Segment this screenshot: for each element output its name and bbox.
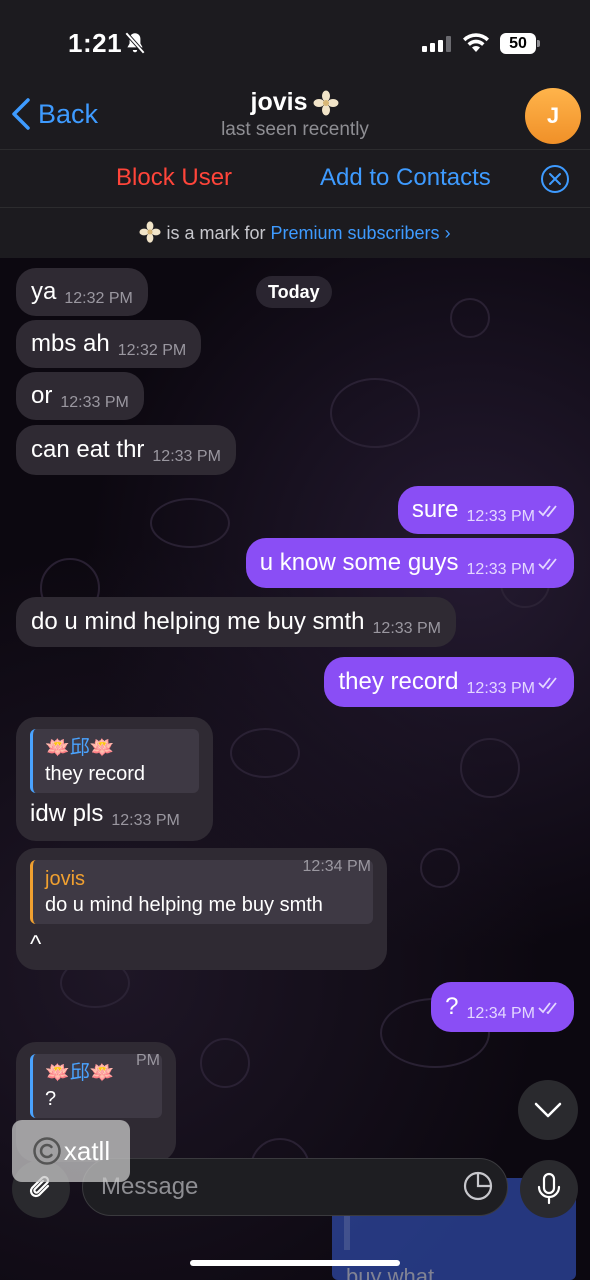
contact-name-row: jovis bbox=[251, 88, 340, 117]
read-check-icon bbox=[538, 1002, 557, 1014]
microphone-icon bbox=[537, 1172, 561, 1205]
doodle-shape bbox=[450, 298, 490, 338]
read-check-icon bbox=[538, 558, 557, 570]
message-time: 12:33 PM bbox=[60, 394, 129, 411]
doodle-shape bbox=[230, 728, 300, 778]
incoming-message[interactable]: or 12:33 PM bbox=[16, 372, 144, 420]
read-check-icon bbox=[538, 677, 557, 689]
reply-author: 🪷邱🪷 bbox=[45, 1062, 115, 1084]
message-time: 12:33 PM bbox=[466, 508, 535, 525]
copyright-icon bbox=[33, 1137, 61, 1165]
reply-author: 🪷邱🪷 bbox=[45, 737, 115, 759]
premium-flower-icon bbox=[139, 221, 162, 243]
premium-prefix: is a mark for bbox=[166, 223, 266, 243]
chevron-left-icon bbox=[12, 98, 30, 130]
outgoing-message[interactable]: ? 12:34 PM bbox=[431, 982, 574, 1032]
message-text: they record bbox=[338, 668, 459, 695]
chevron-right-icon: › bbox=[444, 223, 451, 243]
doodle-shape bbox=[330, 378, 420, 448]
message-time: PM bbox=[136, 1052, 160, 1069]
battery-icon: 50 bbox=[500, 33, 540, 54]
incoming-message[interactable]: can eat thr 12:33 PM bbox=[16, 425, 236, 475]
contact-name: jovis bbox=[250, 88, 308, 116]
add-to-contacts-button[interactable]: Add to Contacts bbox=[320, 164, 491, 192]
back-label: Back bbox=[38, 98, 99, 129]
message-text: can eat thr bbox=[31, 436, 145, 463]
message-text: sure bbox=[411, 496, 459, 523]
message-time: 12:34 PM bbox=[466, 1005, 535, 1022]
block-user-button[interactable]: Block User bbox=[116, 164, 232, 192]
wifi-icon bbox=[463, 33, 489, 52]
watermark: xatll bbox=[12, 1120, 130, 1182]
incoming-reply-message[interactable]: 🪷邱🪷 they record idw pls 12:33 PM bbox=[16, 717, 213, 841]
message-text: ? bbox=[445, 993, 459, 1020]
outgoing-message[interactable]: sure 12:33 PM bbox=[397, 486, 574, 534]
bell-off-icon bbox=[124, 31, 146, 55]
premium-flower-icon bbox=[313, 90, 339, 115]
outgoing-message[interactable]: u know some guys 12:33 PM bbox=[245, 538, 574, 588]
chevron-down-icon bbox=[534, 1102, 562, 1118]
scroll-to-bottom-button[interactable] bbox=[518, 1080, 578, 1140]
premium-notice[interactable]: is a mark for Premium subscribers › bbox=[0, 207, 590, 258]
status-bar: 1:21 50 bbox=[0, 0, 590, 90]
incoming-message[interactable]: mbs ah 12:32 PM bbox=[16, 320, 202, 368]
reply-text: they record bbox=[45, 763, 146, 785]
battery-level: 50 bbox=[500, 33, 536, 54]
message-time: 12:32 PM bbox=[64, 290, 133, 307]
message-text: ^ bbox=[30, 931, 42, 958]
back-button[interactable]: Back bbox=[10, 96, 98, 132]
cell-signal-icon bbox=[422, 36, 451, 52]
peek-text: buy what bbox=[346, 1264, 435, 1280]
doodle-shape bbox=[460, 738, 520, 798]
incoming-reply-message[interactable]: jovis do u mind helping me buy smth ^ 12… bbox=[16, 848, 387, 970]
message-time: 12:33 PM bbox=[152, 448, 221, 465]
reply-text: ? bbox=[45, 1088, 57, 1110]
message-time: 12:34 PM bbox=[302, 858, 371, 875]
message-text: or bbox=[31, 382, 53, 409]
incoming-message[interactable]: do u mind helping me buy smth 12:33 PM bbox=[16, 597, 456, 647]
message-time: 12:33 PM bbox=[466, 561, 535, 578]
home-indicator bbox=[190, 1260, 400, 1266]
message-text: ya bbox=[31, 278, 57, 305]
outgoing-message[interactable]: they record 12:33 PM bbox=[324, 657, 574, 707]
doodle-shape bbox=[150, 498, 230, 548]
doodle-shape bbox=[420, 848, 460, 888]
voice-record-button[interactable] bbox=[520, 1160, 578, 1218]
close-icon[interactable] bbox=[540, 164, 570, 194]
message-text: mbs ah bbox=[31, 330, 110, 357]
message-time: 12:33 PM bbox=[111, 812, 180, 829]
chat-header: 1:21 50 Back jovis last seen recently J … bbox=[0, 0, 590, 258]
message-text: do u mind helping me buy smth bbox=[31, 608, 365, 635]
contact-action-bar: Block User Add to Contacts bbox=[0, 149, 590, 207]
sticker-icon[interactable] bbox=[462, 1170, 494, 1202]
premium-link[interactable]: Premium subscribers bbox=[271, 223, 440, 243]
doodle-shape bbox=[200, 1038, 250, 1088]
message-time: 12:32 PM bbox=[117, 342, 187, 359]
incoming-message[interactable]: ya 12:32 PM bbox=[16, 268, 148, 316]
message-input[interactable]: Message bbox=[82, 1158, 508, 1216]
read-check-icon bbox=[538, 505, 557, 517]
watermark-text: xatll bbox=[63, 1135, 111, 1166]
message-time: 12:33 PM bbox=[466, 680, 535, 697]
status-time: 1:21 bbox=[68, 28, 123, 58]
message-text: u know some guys bbox=[259, 549, 459, 576]
message-text: idw pls bbox=[30, 800, 104, 827]
avatar[interactable]: J bbox=[525, 88, 581, 144]
message-time: 12:33 PM bbox=[372, 620, 441, 637]
reply-quote[interactable]: 🪷邱🪷 they record bbox=[30, 729, 199, 793]
date-separator: Today bbox=[256, 276, 332, 308]
